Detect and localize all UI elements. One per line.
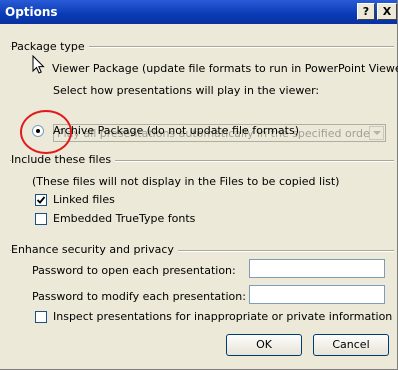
embedded-fonts-checkbox[interactable] [35, 213, 47, 225]
password-modify-label: Password to modify each presentation: [32, 290, 246, 303]
select-caption: Select how presentations will play in th… [53, 84, 320, 97]
title-bar[interactable]: Options ? X [0, 0, 397, 24]
password-open-input[interactable] [249, 259, 385, 278]
password-open-label: Password to open each presentation: [32, 264, 236, 277]
annotation-circle [20, 110, 72, 154]
include-files-label: Include these files [11, 153, 116, 166]
linked-files-checkbox[interactable] [35, 194, 47, 206]
inspect-checkbox[interactable] [35, 311, 47, 323]
close-button[interactable]: X [377, 3, 397, 20]
archive-package-label[interactable]: Archive Package (do not update file form… [53, 124, 299, 137]
include-files-note: (These files will not display in the Fil… [32, 175, 340, 188]
options-dialog: Options ? X Package type Viewer Package … [0, 0, 398, 370]
help-button[interactable]: ? [357, 3, 375, 20]
ok-button[interactable]: OK [226, 334, 302, 356]
linked-files-label[interactable]: Linked files [53, 193, 115, 206]
inspect-label[interactable]: Inspect presentations for inappropriate … [53, 310, 392, 323]
embedded-fonts-label[interactable]: Embedded TrueType fonts [53, 212, 195, 225]
security-label: Enhance security and privacy [11, 243, 178, 256]
cancel-button[interactable]: Cancel [313, 334, 389, 356]
mouse-pointer-icon [32, 55, 45, 74]
dialog-title: Options [5, 5, 58, 19]
password-modify-input[interactable] [249, 285, 385, 304]
viewer-package-label[interactable]: Viewer Package (update file formats to r… [52, 62, 398, 75]
package-type-label: Package type [11, 40, 89, 53]
chevron-down-icon [369, 126, 384, 140]
checkmark-icon [36, 196, 46, 204]
